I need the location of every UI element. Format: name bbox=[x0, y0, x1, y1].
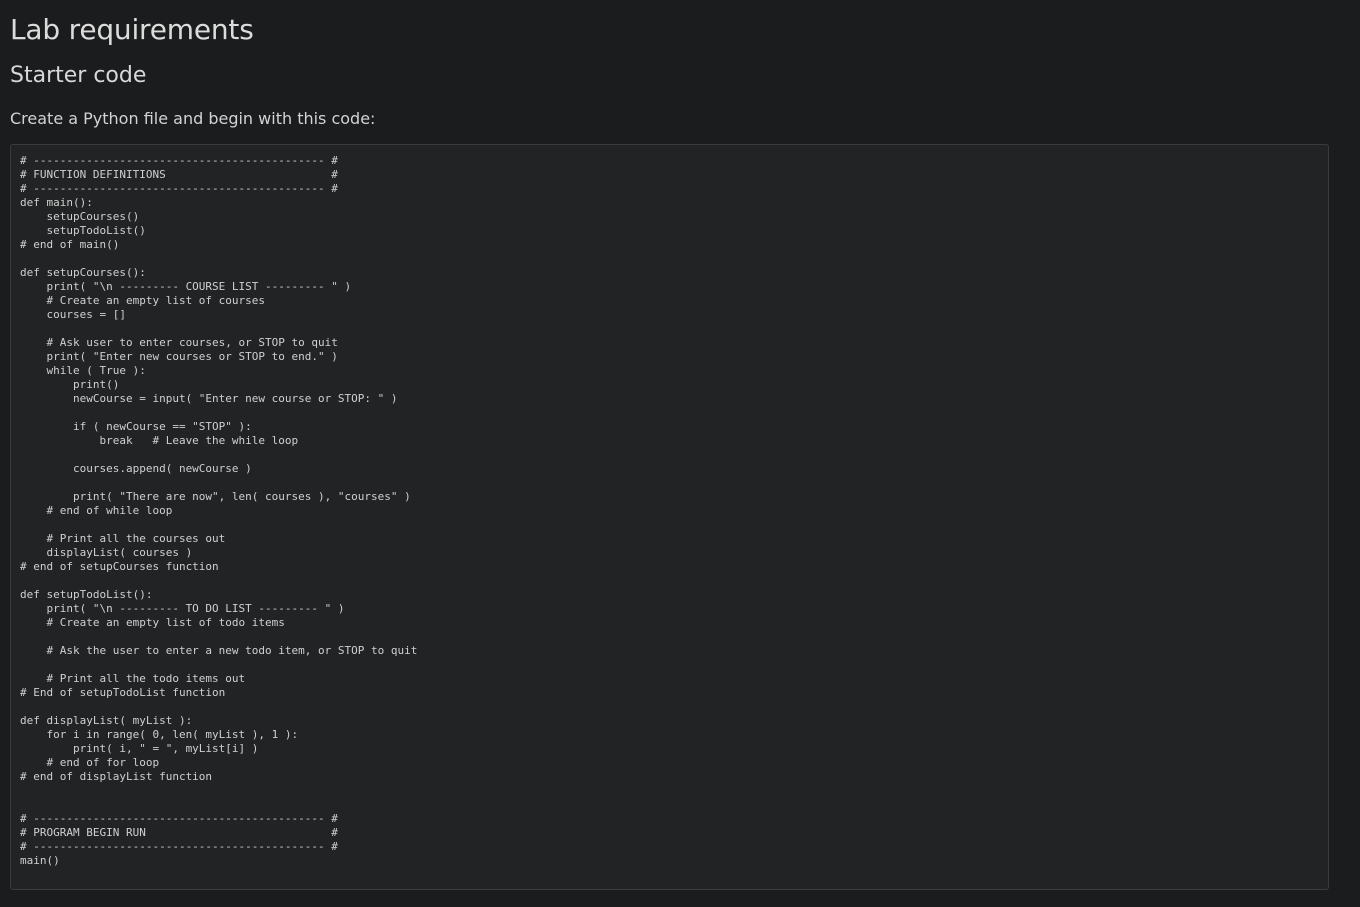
starter-code[interactable]: # --------------------------------------… bbox=[20, 154, 417, 868]
page-title: Lab requirements bbox=[10, 13, 254, 46]
intro-text: Create a Python file and begin with this… bbox=[10, 109, 376, 128]
section-heading-starter-code: Starter code bbox=[10, 63, 147, 88]
lab-requirements-page: Lab requirements Starter code Create a P… bbox=[0, 0, 1360, 907]
code-block[interactable]: # --------------------------------------… bbox=[10, 144, 1329, 890]
